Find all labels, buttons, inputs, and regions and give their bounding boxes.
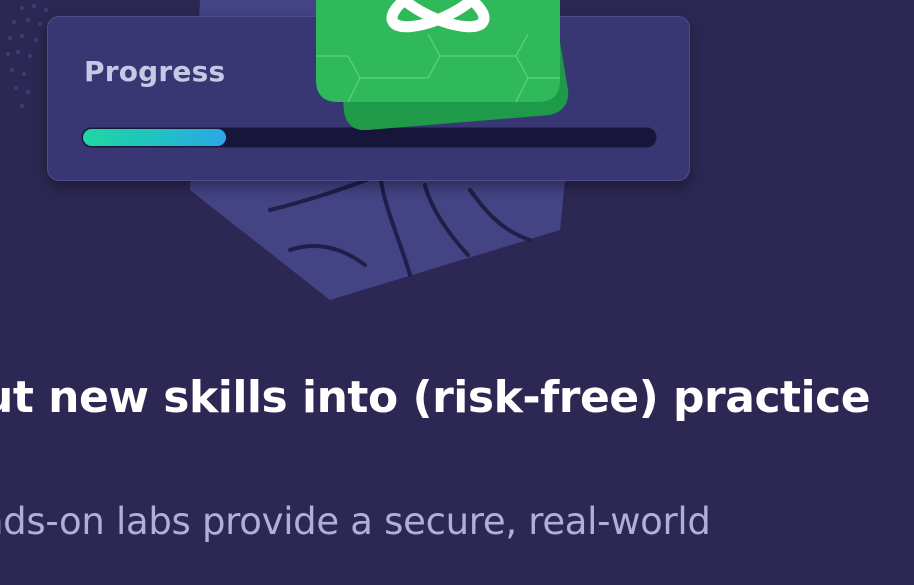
hero-subtext: nds-on labs provide a secure, real-world xyxy=(0,500,711,543)
progress-bar-fill xyxy=(83,129,226,146)
hero-headline: ut new skills into (risk-free) practice xyxy=(0,372,871,423)
badge-illustration xyxy=(316,0,569,130)
progress-label: Progress xyxy=(84,55,226,88)
progress-bar xyxy=(81,127,657,148)
